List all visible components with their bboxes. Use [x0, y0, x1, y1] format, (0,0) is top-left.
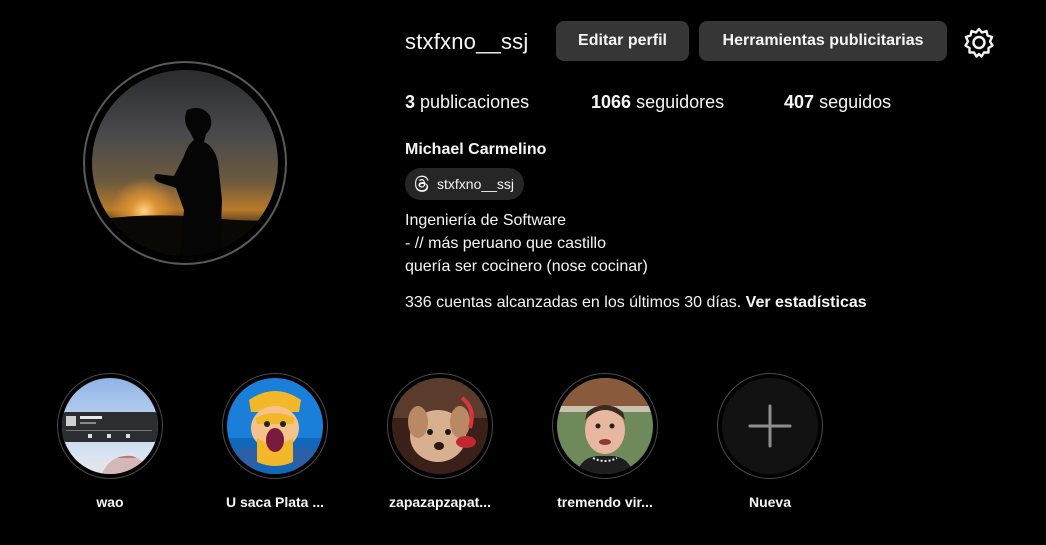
highlight-cover	[392, 378, 488, 474]
bio-line: - // más peruano que castillo	[405, 235, 606, 252]
bio-line: Ingeniería de Software	[405, 212, 566, 229]
followers-count: 1066	[591, 92, 632, 112]
following-count: 407	[784, 92, 815, 112]
highlight-ring	[222, 373, 328, 479]
insights-summary: 336 cuentas alcanzadas en los últimos 30…	[405, 294, 867, 312]
posts-stat: 3 publicaciones	[405, 92, 529, 113]
highlight-ring	[57, 373, 163, 479]
view-insights-link[interactable]: Ver estadísticas	[746, 294, 867, 311]
threads-icon	[415, 175, 429, 192]
highlight-ring	[387, 373, 493, 479]
highlight-label: U saca Plata ...	[225, 494, 325, 510]
highlight-item[interactable]: U saca Plata ...	[200, 373, 350, 510]
profile-page: stxfxno__ssj Editar perfil Herramientas …	[0, 0, 1046, 545]
following-stat[interactable]: 407 seguidos	[784, 92, 891, 113]
profile-avatar[interactable]	[83, 61, 287, 265]
highlight-cover	[62, 378, 158, 474]
highlight-item[interactable]: wao	[35, 373, 185, 510]
highlight-item[interactable]: tremendo vir...	[530, 373, 680, 510]
new-highlight-cover	[722, 378, 818, 474]
highlight-label: zapazapzapat...	[389, 494, 491, 510]
edit-profile-button[interactable]: Editar perfil	[556, 21, 689, 61]
followers-label: seguidores	[636, 92, 725, 112]
threads-handle: stxfxno__ssj	[437, 176, 515, 192]
following-label: seguidos	[819, 92, 892, 112]
highlight-cover	[557, 378, 653, 474]
highlight-ring	[717, 373, 823, 479]
posts-count: 3	[405, 92, 416, 112]
posts-label: publicaciones	[420, 92, 530, 112]
username: stxfxno__ssj	[405, 29, 529, 54]
plus-icon	[748, 404, 792, 448]
highlight-label: tremendo vir...	[557, 494, 653, 510]
avatar-image	[92, 70, 278, 256]
full-name: Michael Carmelino	[405, 141, 547, 158]
highlight-label: wao	[96, 494, 124, 510]
highlight-label: Nueva	[748, 494, 792, 510]
new-highlight-button[interactable]: Nueva	[695, 373, 845, 510]
ad-tools-button[interactable]: Herramientas publicitarias	[699, 21, 947, 61]
followers-stat[interactable]: 1066 seguidores	[591, 92, 724, 113]
highlight-cover	[227, 378, 323, 474]
bio-line: quería ser cocinero (nose cocinar)	[405, 258, 648, 275]
highlight-ring	[552, 373, 658, 479]
gear-icon[interactable]	[962, 25, 996, 59]
bio: Ingeniería de Software - // más peruano …	[405, 209, 648, 278]
highlight-item[interactable]: zapazapzapat...	[365, 373, 515, 510]
threads-link[interactable]: stxfxno__ssj	[405, 168, 525, 200]
reach-text: 336 cuentas alcanzadas en los últimos 30…	[405, 294, 742, 311]
